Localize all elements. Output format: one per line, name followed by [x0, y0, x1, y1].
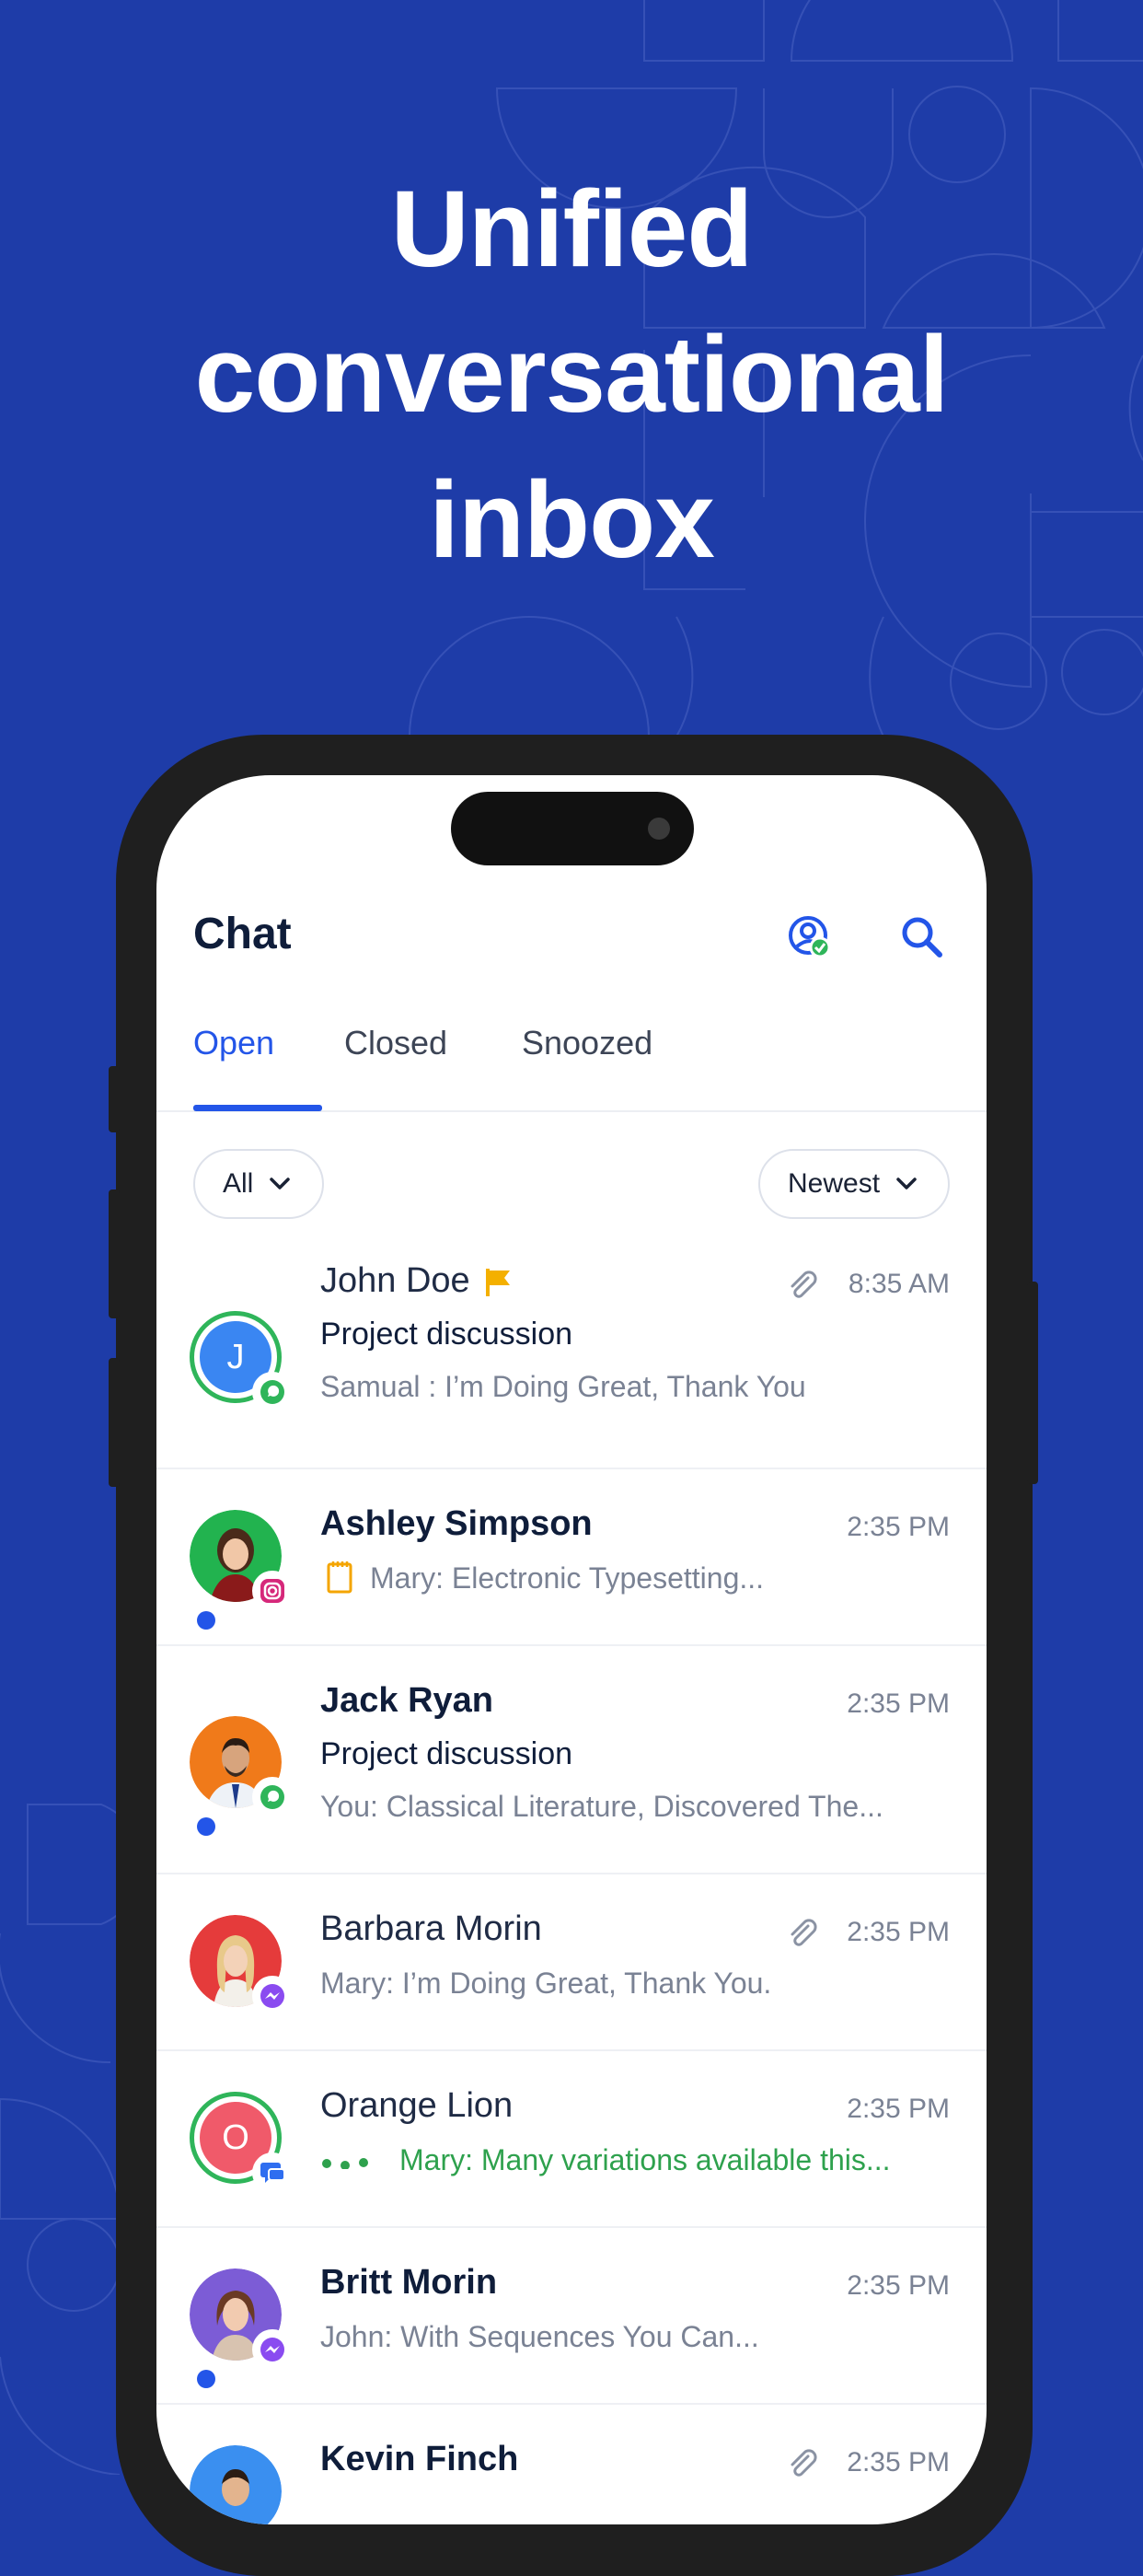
sort-newest-dropdown[interactable]: Newest: [758, 1149, 950, 1219]
phone-volume-down: [109, 1358, 120, 1487]
timestamp: 2:35 PM: [847, 2094, 950, 2124]
attachment-icon: [791, 2449, 817, 2477]
typing-indicator-icon: [322, 2158, 368, 2169]
contact-name: Ashley Simpson: [320, 1504, 593, 1543]
avatar: [190, 2445, 285, 2524]
conversation-row[interactable]: Ashley Simpson 2:35 PM Mary: Electronic …: [156, 1468, 987, 1646]
timestamp: 2:35 PM: [847, 1688, 950, 1719]
instagram-icon: [252, 1571, 293, 1611]
camera-dot: [648, 818, 670, 840]
agent-status-icon[interactable]: [786, 913, 834, 961]
page-title: Chat: [193, 910, 292, 958]
conversation-row[interactable]: Barbara Morin 2:35 PM Mary: I’m Doing Gr…: [156, 1873, 987, 2051]
message-preview: You: Classical Literature, Discovered Th…: [320, 1790, 883, 1823]
unread-indicator: [197, 1611, 215, 1630]
messenger-icon: [252, 1976, 293, 2016]
tab-snoozed[interactable]: Snoozed: [522, 1024, 652, 1062]
message-preview: Samual : I’m Doing Great, Thank You: [320, 1370, 806, 1403]
phone-power-button: [1027, 1282, 1038, 1484]
avatar: [190, 1510, 293, 1611]
phone-volume-up: [109, 1189, 120, 1318]
tab-closed[interactable]: Closed: [344, 1024, 447, 1062]
attachment-icon: [791, 1271, 817, 1298]
unread-indicator: [197, 2370, 215, 2388]
flag-icon[interactable]: [484, 1267, 514, 1298]
conversation-subject: Project discussion: [320, 1736, 573, 1771]
conversation-row[interactable]: Jack Ryan 2:35 PM Project discussion You…: [156, 1644, 987, 1874]
whatsapp-icon: [252, 1777, 293, 1817]
hero-line-2: conversational: [194, 314, 950, 435]
message-preview: John: With Sequences You Can...: [320, 2320, 759, 2353]
chevron-down-icon: [896, 1178, 917, 1189]
timestamp: 2:35 PM: [847, 1512, 950, 1542]
phone-silent-switch: [109, 1066, 120, 1132]
sort-label: Newest: [788, 1168, 881, 1199]
contact-name: Kevin Finch: [320, 2440, 519, 2478]
contact-name: Orange Lion: [320, 2086, 514, 2125]
search-icon[interactable]: [898, 913, 946, 961]
whatsapp-icon: [252, 1372, 293, 1412]
chevron-down-icon: [270, 1178, 291, 1189]
tab-open[interactable]: Open: [193, 1024, 274, 1062]
avatar: [190, 1716, 293, 1817]
unread-indicator: [197, 1817, 215, 1836]
conversation-subject: Project discussion: [320, 1317, 573, 1352]
conversation-tabs: Open Closed Snoozed: [156, 1024, 987, 1112]
contact-name: John Doe: [320, 1261, 470, 1300]
timestamp: 2:35 PM: [847, 2270, 950, 2301]
timestamp: 8:35 AM: [848, 1269, 950, 1299]
avatar-photo: [190, 2445, 282, 2524]
contact-name: Jack Ryan: [320, 1681, 494, 1720]
timestamp: 2:35 PM: [847, 2447, 950, 2477]
filter-all-dropdown[interactable]: All: [193, 1149, 324, 1219]
avatar: [190, 2269, 293, 2370]
conversation-row[interactable]: Kevin Finch 2:35 PM: [156, 2403, 987, 2524]
attachment-icon: [791, 1919, 817, 1946]
hero-line-3: inbox: [429, 459, 715, 581]
timestamp: 2:35 PM: [847, 1917, 950, 1947]
chat-icon: [252, 2152, 293, 2193]
message-preview: Mary: I’m Doing Great, Thank You.: [320, 1967, 772, 2000]
phone-screen: Chat Open Closed Snoozed All Newest J Jo…: [156, 775, 987, 2524]
message-preview: Mary: Electronic Typesetting...: [370, 1561, 765, 1595]
conversation-row[interactable]: O Orange Lion 2:35 PM Mary: Many variati…: [156, 2049, 987, 2228]
conversation-row[interactable]: J John Doe 8:35 AM Project discussion Sa…: [156, 1254, 987, 1469]
hero-line-1: Unified: [390, 168, 754, 290]
avatar: [190, 1915, 293, 2016]
active-tab-indicator: [193, 1105, 322, 1111]
hero-heading: Unified conversational inbox: [0, 157, 1143, 593]
message-preview: Mary: Many variations available this...: [399, 2143, 891, 2176]
messenger-icon: [252, 2329, 293, 2370]
contact-name: Britt Morin: [320, 2263, 498, 2302]
avatar: O: [190, 2092, 293, 2193]
contact-name: Barbara Morin: [320, 1909, 542, 1948]
note-icon: [327, 1561, 352, 1594]
conversation-row[interactable]: Britt Morin 2:35 PM John: With Sequences…: [156, 2226, 987, 2405]
dynamic-island: [451, 792, 694, 865]
avatar: J: [190, 1311, 293, 1412]
filter-all-label: All: [223, 1168, 254, 1199]
